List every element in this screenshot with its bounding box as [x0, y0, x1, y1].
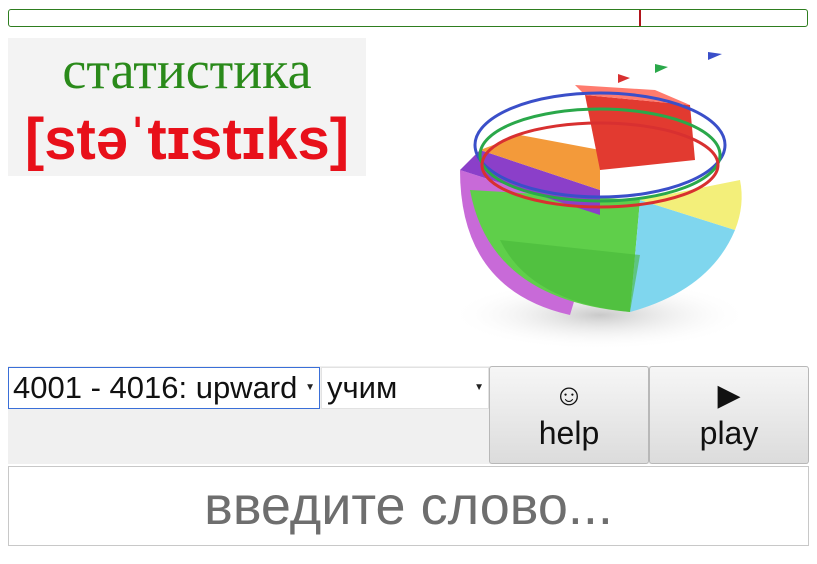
help-button-label: help — [538, 415, 600, 451]
play-icon: ▶ — [717, 379, 741, 412]
range-select-value: 4001 - 4016: upward — [13, 370, 298, 405]
range-select[interactable]: 4001 - 4016: upward ▼ — [8, 367, 320, 409]
help-button[interactable]: ☺ help — [489, 366, 649, 464]
pie-chart-hemisphere-icon — [450, 52, 750, 350]
word-input-placeholder: введите слово... — [204, 476, 613, 536]
play-button-label: play — [699, 415, 759, 451]
smiley-icon: ☺ — [553, 379, 585, 412]
progress-marker — [639, 10, 642, 26]
transcription-text: [stəˈtɪstɪks] — [24, 107, 350, 172]
mode-select[interactable]: учим ▼ — [321, 367, 489, 409]
word-card: статистика [stəˈtɪstɪks] — [8, 38, 366, 176]
chevron-down-icon: ▼ — [302, 368, 315, 408]
chevron-down-icon: ▼ — [471, 368, 484, 408]
play-button[interactable]: ▶ play — [649, 366, 809, 464]
app-root: статистика [stəˈtɪstɪks] 4001 - 4016: up… — [0, 0, 817, 564]
mode-select-value: учим — [327, 370, 398, 405]
word-text: статистика — [62, 40, 312, 100]
word-input[interactable]: введите слово... — [8, 466, 809, 546]
progress-bar — [8, 9, 808, 27]
